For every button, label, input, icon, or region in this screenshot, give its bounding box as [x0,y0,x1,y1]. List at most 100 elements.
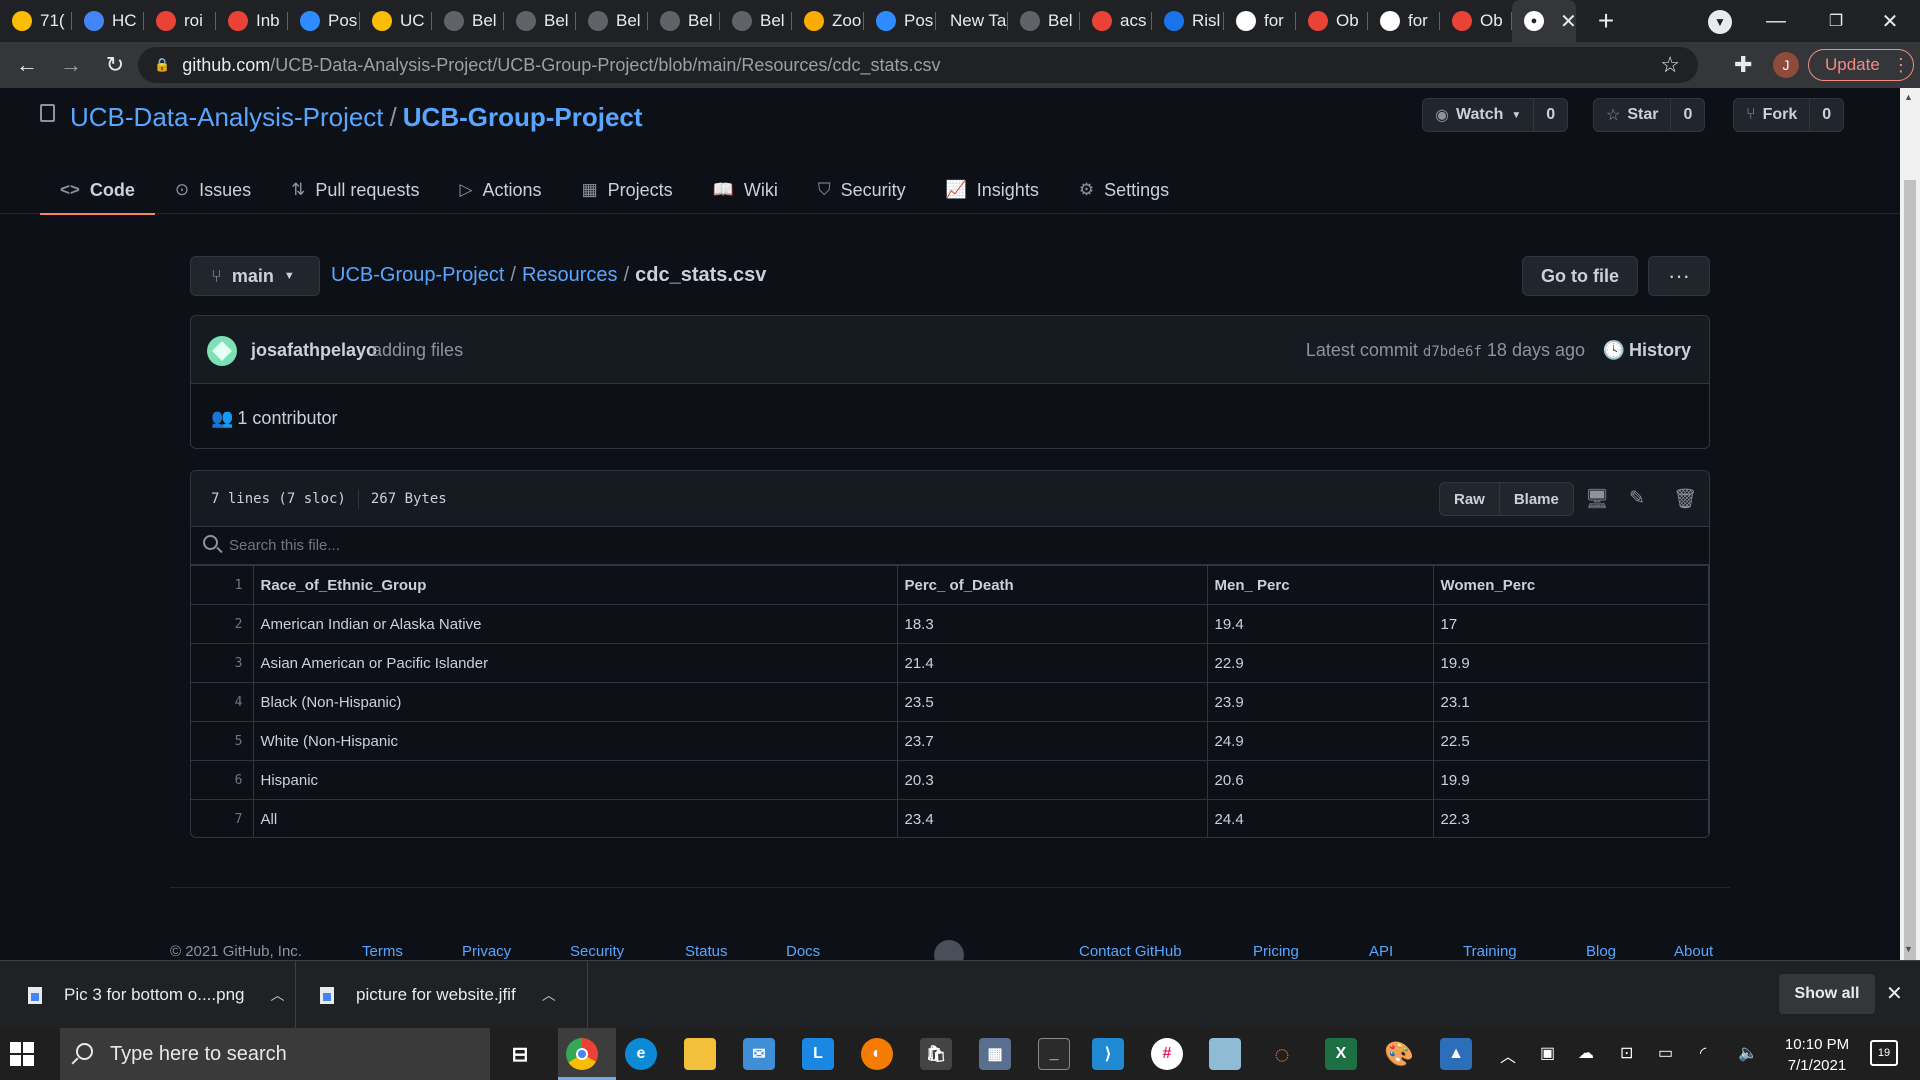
branch-selector[interactable]: ⑂ main ▼ [190,256,320,296]
chevron-up-icon[interactable]: ︿ [1500,1043,1516,1067]
tab-issues[interactable]: ⊙ Issues [155,166,271,214]
footer-link-security[interactable]: Security [570,943,624,960]
mail-icon[interactable]: ✉ [743,1038,775,1070]
footer-link-about[interactable]: About [1674,943,1713,960]
profile-avatar[interactable]: J [1773,52,1799,78]
tab-projects[interactable]: ▦ Projects [562,166,693,214]
close-icon[interactable]: ✕ [1886,981,1903,1006]
tab-wiki[interactable]: 📖 Wiki [693,166,798,214]
task-view-icon[interactable]: ⊟ [504,1038,536,1070]
search-this-file-input[interactable]: Search this file... [191,527,1709,565]
notepad-icon[interactable] [1209,1038,1241,1070]
vscode-icon[interactable]: ⟩ [1092,1038,1124,1070]
back-icon[interactable]: ← [10,48,44,82]
browser-tab[interactable]: Bel [720,0,792,42]
footer-link-api[interactable]: API [1369,943,1393,960]
browser-tab[interactable]: Ob [1296,0,1368,42]
browser-tab[interactable]: Bel [576,0,648,42]
active-tab[interactable]: ● ✕ [1512,0,1576,42]
chevron-up-icon[interactable]: ︿ [270,985,284,1005]
tab-security[interactable]: ⛉ Security [798,166,926,214]
footer-link-pricing[interactable]: Pricing [1253,943,1299,960]
fork-button[interactable]: ⑂ Fork 0 [1733,98,1845,132]
lock-icon[interactable]: 🔒 [154,57,170,73]
star-count[interactable]: 0 [1671,106,1704,124]
footer-link-privacy[interactable]: Privacy [462,943,511,960]
star-button[interactable]: ☆ Star 0 [1593,98,1706,132]
calculator-icon[interactable]: ▦ [979,1038,1011,1070]
breadcrumb-repo[interactable]: UCB-Group-Project [331,264,504,286]
windows-start-icon[interactable] [10,1042,34,1066]
new-tab-button[interactable]: + [1584,0,1628,42]
close-window-button[interactable]: ✕ [1860,0,1920,42]
line-number[interactable]: 2 [191,604,254,644]
browser-tab[interactable]: HC [72,0,144,42]
onedrive-icon[interactable]: ☁ [1578,1043,1594,1063]
line-number[interactable]: 3 [191,643,254,683]
extensions-icon[interactable]: ✚ [1734,52,1752,78]
browser-tab[interactable]: Risl [1152,0,1224,42]
commit-author[interactable]: josafathpelayo [251,340,377,361]
tab-settings[interactable]: ⚙ Settings [1059,166,1189,214]
scroll-up-icon[interactable]: ▲ [1904,92,1913,102]
line-number[interactable]: 5 [191,721,254,761]
taskbar-search-input[interactable]: Type here to search [60,1028,490,1080]
paint-icon[interactable]: 🎨 [1383,1038,1415,1070]
browser-tab[interactable]: UC [360,0,432,42]
photos-icon[interactable]: ▲ [1440,1038,1472,1070]
store-icon[interactable]: 🛍 [920,1038,952,1070]
footer-link-training[interactable]: Training [1463,943,1517,960]
minimize-button[interactable]: — [1746,0,1806,42]
download-item[interactable]: picture for website.jfif ︿ [296,961,588,1029]
file-explorer-icon[interactable] [684,1038,716,1070]
line-number[interactable]: 4 [191,682,254,722]
watch-count[interactable]: 0 [1534,106,1567,124]
wifi-icon[interactable]: ◜ [1700,1043,1706,1063]
go-to-file-button[interactable]: Go to file [1522,256,1638,296]
l-app-icon[interactable]: L [802,1038,834,1070]
footer-link-status[interactable]: Status [685,943,728,960]
tab-actions[interactable]: ▷ Actions [439,166,561,214]
browser-tab[interactable]: for [1368,0,1440,42]
browser-tab[interactable]: roi [144,0,216,42]
watch-button[interactable]: ◉ Watch ▼ 0 [1422,98,1569,132]
trash-icon[interactable]: 🗑 [1673,487,1697,511]
browser-tab[interactable]: Inb [216,0,288,42]
restore-button[interactable]: ❐ [1806,0,1866,42]
meet-now-icon[interactable]: ▣ [1540,1043,1555,1063]
browser-tab[interactable]: Zoo [792,0,864,42]
repo-name-link[interactable]: UCB-Group-Project [403,102,643,132]
avatar[interactable] [207,336,237,366]
reload-icon[interactable]: ↻ [98,48,132,82]
browser-tab[interactable]: Pos [288,0,360,42]
volume-icon[interactable]: 🔈 [1738,1043,1758,1063]
battery-icon[interactable]: ▭ [1658,1043,1673,1063]
slack-icon[interactable]: # [1151,1038,1183,1070]
terminal-icon[interactable]: _ [1038,1038,1070,1070]
close-tab-icon[interactable]: ✕ [1560,9,1576,34]
chrome-icon[interactable] [566,1038,598,1070]
browser-tab[interactable]: Bel [1008,0,1080,42]
notification-center-icon[interactable]: 19 [1870,1040,1898,1066]
blame-button[interactable]: Blame [1500,483,1573,515]
history-link[interactable]: 🕓 History [1603,340,1691,361]
line-number[interactable]: 6 [191,760,254,800]
commit-message[interactable]: adding files [372,340,463,361]
tab-code[interactable]: <> Code [40,166,155,215]
browser-tab[interactable]: Bel [432,0,504,42]
browser-tab[interactable]: for [1224,0,1296,42]
desktop-icon[interactable]: 🖥 [1585,487,1609,511]
raw-button[interactable]: Raw [1440,483,1500,515]
browser-tab[interactable]: New Tal [936,0,1008,42]
browser-tab[interactable]: Pos [864,0,936,42]
forward-icon[interactable]: → [54,48,88,82]
download-item[interactable]: Pic 3 for bottom o....png ︿ [0,961,296,1029]
footer-link-terms[interactable]: Terms [362,943,403,960]
blender-icon[interactable]: ◐ [861,1038,893,1070]
bookmark-star-icon[interactable]: ☆ [1660,52,1680,78]
page-scrollbar[interactable]: ▲ ▼ [1900,88,1920,970]
browser-tab[interactable]: Ob [1440,0,1512,42]
tab-pull-requests[interactable]: ⇅ Pull requests [271,166,439,214]
fork-count[interactable]: 0 [1810,106,1843,124]
footer-link-docs[interactable]: Docs [786,943,820,960]
